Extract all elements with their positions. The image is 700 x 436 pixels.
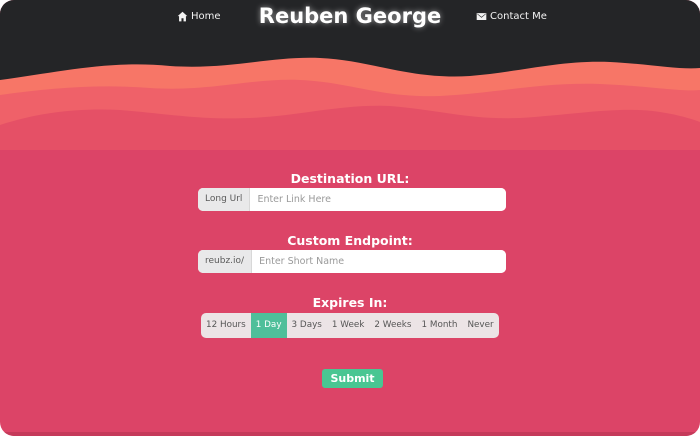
domain-prefix-addon: reubz.io/: [198, 250, 253, 273]
envelope-icon: [476, 13, 487, 20]
nav-contact-link[interactable]: Contact Me: [476, 11, 547, 22]
expires-option-12-hours[interactable]: 12 Hours: [201, 313, 251, 338]
page: Home Reuben George Contact Me Destinatio…: [0, 0, 700, 436]
destination-url-group: Long Url: [198, 188, 506, 211]
destination-url-input[interactable]: [250, 188, 506, 211]
expires-option-1-week[interactable]: 1 Week: [327, 313, 370, 338]
custom-endpoint-group: reubz.io/: [198, 250, 506, 273]
expires-option-3-days[interactable]: 3 Days: [287, 313, 327, 338]
submit-button[interactable]: Submit: [322, 369, 383, 388]
expires-option-1-day[interactable]: 1 Day: [250, 313, 287, 338]
expires-in-label: Expires In:: [312, 295, 388, 310]
custom-endpoint-label: Custom Endpoint:: [287, 233, 413, 248]
expires-option-2-weeks[interactable]: 2 Weeks: [369, 313, 416, 338]
destination-url-label: Destination URL:: [290, 171, 410, 186]
expires-in-selector: 12 Hours 1 Day 3 Days 1 Week 2 Weeks 1 M…: [201, 313, 499, 338]
site-title: Reuben George: [258, 4, 442, 28]
expires-option-never[interactable]: Never: [462, 313, 498, 338]
custom-endpoint-input[interactable]: [252, 250, 506, 273]
long-url-addon: Long Url: [198, 188, 251, 211]
nav-contact-label: Contact Me: [490, 11, 547, 22]
top-nav: Home Reuben George Contact Me: [0, 0, 700, 40]
expires-option-1-month[interactable]: 1 Month: [416, 313, 462, 338]
page-bottom-edge: [0, 432, 700, 436]
